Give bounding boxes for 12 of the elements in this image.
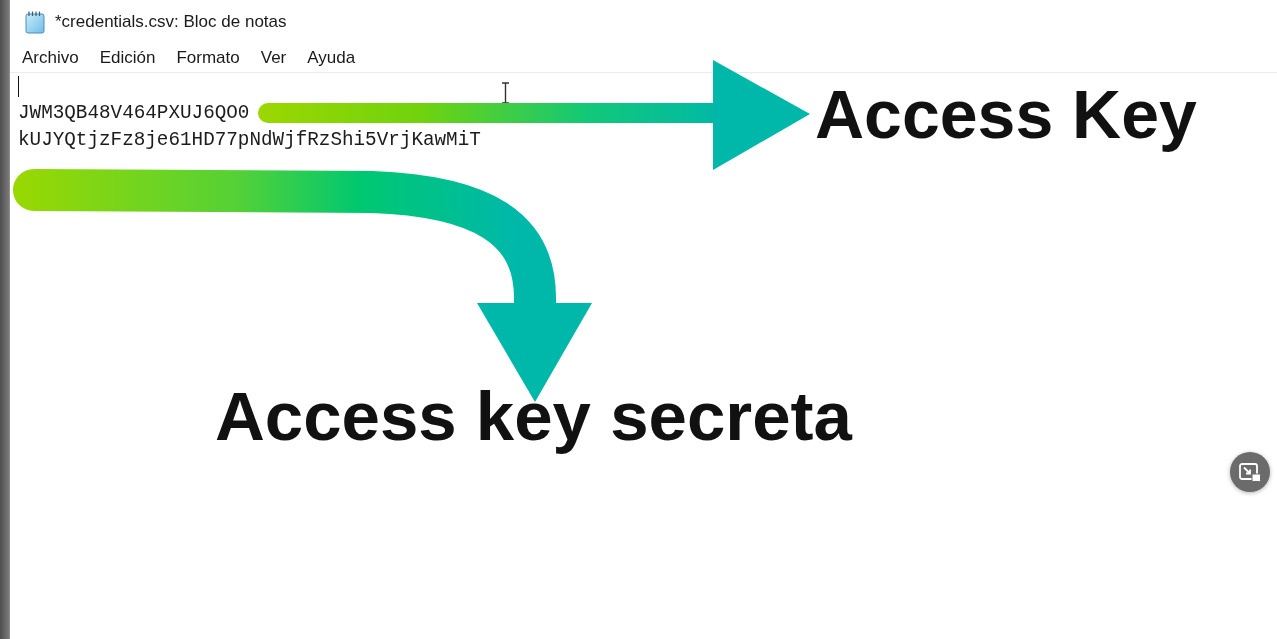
menu-item[interactable]: Ayuda (307, 48, 356, 68)
notepad-icon (25, 10, 46, 34)
text-cursor-icon (501, 82, 510, 104)
text-caret (18, 76, 19, 97)
menu-item[interactable]: Archivo (22, 48, 79, 68)
menu-item[interactable]: Ver (260, 48, 287, 68)
text-line: JWM3QB48V464PXUJ6QO0 (18, 101, 250, 126)
menu-item[interactable]: Edición (99, 48, 156, 68)
arrow-into-corner-icon (1239, 462, 1261, 482)
window-title: *credentials.csv: Bloc de notas (55, 12, 287, 32)
menu-item[interactable]: Formato (176, 48, 240, 68)
text-line: kUJYQtjzFz8je61HD77pNdWjfRzShi5VrjKawMiT (18, 128, 481, 153)
